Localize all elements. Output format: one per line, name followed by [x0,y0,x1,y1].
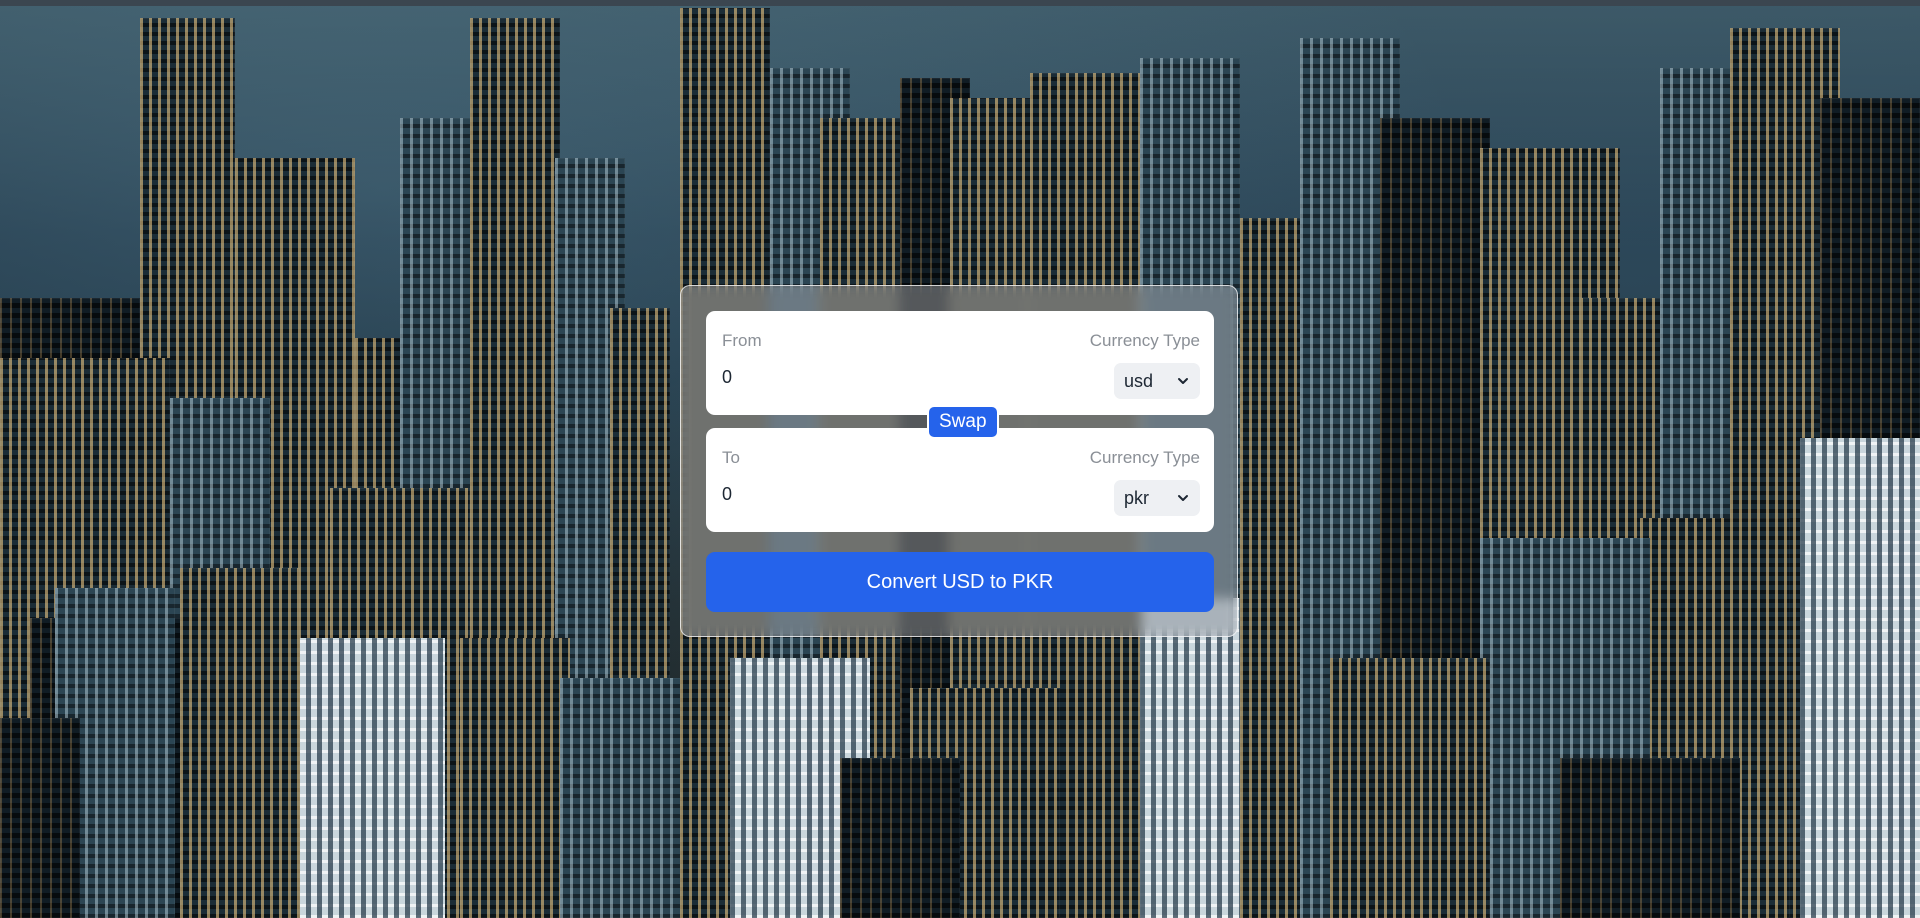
from-currency-select[interactable]: usd [1114,363,1200,399]
chevron-down-icon [1178,378,1188,384]
to-panel: To Currency Type pkr [706,428,1214,532]
from-panel: From Currency Type usd [706,311,1214,415]
from-amount-input[interactable] [722,367,1022,388]
convert-button[interactable]: Convert USD to PKR [706,552,1214,612]
to-currency-select[interactable]: pkr [1114,480,1200,516]
swap-button[interactable]: Swap [927,405,999,439]
from-currency-type-label: Currency Type [1089,331,1200,350]
converter-card: From Currency Type usd Swap To Currency … [680,285,1238,637]
app-page: From Currency Type usd Swap To Currency … [0,0,1920,918]
to-currency-value: pkr [1124,487,1150,508]
chevron-down-icon [1178,495,1188,501]
browser-top-strip [0,0,1920,6]
to-label: To [722,448,740,467]
to-amount-input[interactable] [722,484,1022,505]
from-label: From [722,331,762,350]
to-currency-type-label: Currency Type [1089,448,1200,467]
from-currency-value: usd [1124,370,1154,391]
